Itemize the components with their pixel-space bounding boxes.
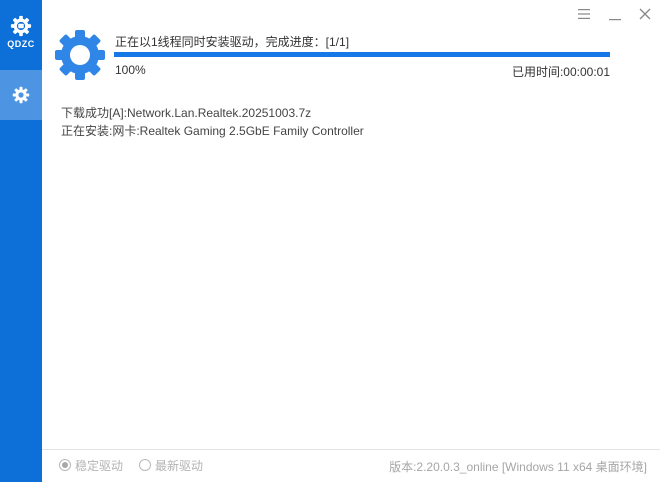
log-line: 下载成功[A]:Network.Lan.Realtek.20251003.7z — [61, 106, 312, 120]
minimize-button[interactable] — [605, 4, 625, 24]
progress-percent: 100% — [115, 63, 146, 77]
radio-label: 最新驱动 — [155, 458, 204, 473]
install-log: 下载成功[A]:Network.Lan.Realtek.20251003.7z … — [61, 104, 364, 140]
menu-button[interactable] — [574, 4, 594, 24]
progress-bar-fill — [114, 52, 610, 57]
footer-divider — [42, 449, 660, 450]
sidebar: QDZC — [0, 0, 42, 482]
install-gear-icon — [55, 30, 105, 80]
elapsed-time: 已用时间:00:00:01 — [511, 65, 610, 79]
app-logo: QDZC — [0, 0, 42, 60]
logo-text: QDZC — [7, 39, 35, 49]
install-status-text: 正在以1线程同时安装驱动，完成进度：[1/1] — [115, 35, 350, 49]
radio-button[interactable] — [139, 459, 151, 471]
radio-button[interactable] — [59, 459, 71, 471]
progress-bar — [114, 52, 610, 57]
log-line: 正在安装:网卡:Realtek Gaming 2.5GbE Family Con… — [61, 124, 364, 138]
gear-icon — [12, 86, 30, 104]
logo-icon — [10, 15, 32, 37]
menu-icon — [578, 9, 590, 19]
radio-stable-driver[interactable]: 稳定驱动 — [59, 458, 124, 473]
close-icon — [639, 8, 651, 20]
radio-latest-driver[interactable]: 最新驱动 — [139, 458, 204, 473]
close-button[interactable] — [635, 4, 655, 24]
radio-selected-dot — [62, 462, 68, 468]
radio-label: 稳定驱动 — [75, 458, 124, 473]
minimize-icon — [609, 19, 621, 21]
sidebar-item-settings[interactable] — [0, 70, 42, 120]
version-info: 版本:2.20.0.3_online [Windows 11 x64 桌面环境] — [389, 460, 647, 474]
